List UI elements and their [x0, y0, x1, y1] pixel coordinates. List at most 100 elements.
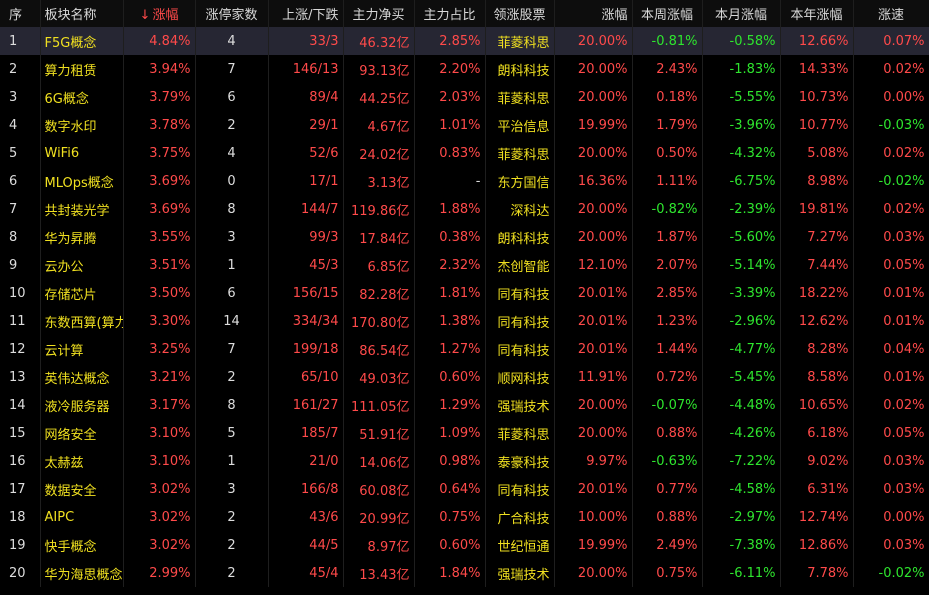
- cell-sector-name[interactable]: 网络安全: [40, 419, 124, 447]
- col-header-year-change[interactable]: 本年涨幅: [780, 0, 854, 27]
- table-row[interactable]: 20 华为海思概念 2.99% 2 45/4 13.43亿 1.84% 强瑞技术 20.00% 0…: [0, 559, 929, 587]
- table-row[interactable]: 10 存储芯片 3.50% 6 156/15 82.28亿 1.81% 同有科技 20.01% 2…: [0, 279, 929, 307]
- cell-limit-up-count: 2: [195, 503, 269, 531]
- cell-sector-name[interactable]: 共封装光学: [40, 195, 124, 223]
- cell-sector-name[interactable]: 液冷服务器: [40, 391, 124, 419]
- col-header-speed[interactable]: 涨速: [853, 0, 929, 27]
- cell-month-change: -1.83%: [702, 55, 781, 83]
- table-row[interactable]: 2 算力租赁 3.94% 7 146/13 93.13亿 2.20% 朗科科技 20.00% 2.…: [0, 55, 929, 83]
- cell-year-change: 7.78%: [780, 559, 854, 587]
- cell-speed: 0.01%: [853, 279, 929, 307]
- col-header-month-change[interactable]: 本月涨幅: [702, 0, 781, 27]
- col-header-up-down[interactable]: 上涨/下跌: [268, 0, 344, 27]
- table-body: 1 F5G概念 4.84% 4 33/3 46.32亿 2.85% 菲菱科思 20.00% -0.…: [0, 27, 929, 587]
- cell-lead-stock[interactable]: 世纪恒通: [485, 531, 555, 559]
- cell-change-pct: 3.02%: [123, 503, 196, 531]
- col-header-lead-change[interactable]: 涨幅: [554, 0, 633, 27]
- cell-lead-stock[interactable]: 菲菱科思: [485, 27, 555, 55]
- table-row[interactable]: 18 AIPC 3.02% 2 43/6 20.99亿 0.75% 广合科技 10.00% 0.8…: [0, 503, 929, 531]
- cell-week-change: 0.50%: [632, 139, 703, 167]
- table-row[interactable]: 16 太赫兹 3.10% 1 21/0 14.06亿 0.98% 泰豪科技 9.97% -0.63…: [0, 447, 929, 475]
- cell-lead-stock[interactable]: 菲菱科思: [485, 419, 555, 447]
- cell-sector-name[interactable]: 数据安全: [40, 475, 124, 503]
- cell-sector-name[interactable]: AIPC: [40, 503, 124, 531]
- cell-lead-stock[interactable]: 顺网科技: [485, 363, 555, 391]
- cell-sector-name[interactable]: 英伟达概念: [40, 363, 124, 391]
- cell-sector-name[interactable]: F5G概念: [40, 27, 124, 55]
- cell-year-change: 8.98%: [780, 167, 854, 195]
- table-row[interactable]: 1 F5G概念 4.84% 4 33/3 46.32亿 2.85% 菲菱科思 20.00% -0.…: [0, 27, 929, 55]
- table-row[interactable]: 3 6G概念 3.79% 6 89/4 44.25亿 2.03% 菲菱科思 20.00% 0.18…: [0, 83, 929, 111]
- col-header-change[interactable]: ↓ 涨幅: [123, 0, 196, 27]
- col-header-lead-stock[interactable]: 领涨股票: [485, 0, 555, 27]
- cell-sector-name[interactable]: 存储芯片: [40, 279, 124, 307]
- cell-week-change: 2.43%: [632, 55, 703, 83]
- cell-speed: 0.02%: [853, 139, 929, 167]
- table-row[interactable]: 9 云办公 3.51% 1 45/3 6.85亿 2.32% 杰创智能 12.10% 2.07% -…: [0, 251, 929, 279]
- cell-sector-name[interactable]: 太赫兹: [40, 447, 124, 475]
- col-header-index[interactable]: 序: [0, 0, 41, 27]
- table-row[interactable]: 19 快手概念 3.02% 2 44/5 8.97亿 0.60% 世纪恒通 19.99% 2.49…: [0, 531, 929, 559]
- cell-lead-stock[interactable]: 东方国信: [485, 167, 555, 195]
- cell-limit-up-count: 8: [195, 195, 269, 223]
- cell-lead-stock[interactable]: 同有科技: [485, 475, 555, 503]
- table-row[interactable]: 6 MLOps概念 3.69% 0 17/1 3.13亿 - 东方国信 16.36% 1.11% -…: [0, 167, 929, 195]
- cell-sector-name[interactable]: 云办公: [40, 251, 124, 279]
- col-header-name[interactable]: 板块名称: [40, 0, 124, 27]
- cell-lead-stock[interactable]: 强瑞技术: [485, 559, 555, 587]
- table-row[interactable]: 14 液冷服务器 3.17% 8 161/27 111.05亿 1.29% 强瑞技术 20.00…: [0, 391, 929, 419]
- cell-lead-stock[interactable]: 平治信息: [485, 111, 555, 139]
- cell-sector-name[interactable]: 华为昇腾: [40, 223, 124, 251]
- cell-month-change: -4.32%: [702, 139, 781, 167]
- cell-lead-stock-change: 20.01%: [554, 475, 633, 503]
- cell-net-buy: 119.86亿: [343, 195, 415, 223]
- cell-sector-name[interactable]: MLOps概念: [40, 167, 124, 195]
- cell-main-ratio: 1.01%: [414, 111, 486, 139]
- table-row[interactable]: 8 华为昇腾 3.55% 3 99/3 17.84亿 0.38% 朗科科技 20.00% 1.87…: [0, 223, 929, 251]
- table-row[interactable]: 13 英伟达概念 3.21% 2 65/10 49.03亿 0.60% 顺网科技 11.91% 0…: [0, 363, 929, 391]
- cell-sector-name[interactable]: 东数西算(算力): [40, 307, 124, 335]
- cell-up-down-count: 21/0: [268, 447, 344, 475]
- cell-sector-name[interactable]: 快手概念: [40, 531, 124, 559]
- cell-lead-stock-change: 19.99%: [554, 531, 633, 559]
- cell-speed: 0.03%: [853, 223, 929, 251]
- cell-lead-stock[interactable]: 菲菱科思: [485, 83, 555, 111]
- cell-lead-stock[interactable]: 泰豪科技: [485, 447, 555, 475]
- table-row[interactable]: 5 WiFi6 3.75% 4 52/6 24.02亿 0.83% 菲菱科思 20.00% 0.5…: [0, 139, 929, 167]
- col-header-main-ratio[interactable]: 主力占比: [414, 0, 486, 27]
- col-header-week-change[interactable]: 本周涨幅: [632, 0, 703, 27]
- cell-lead-stock[interactable]: 同有科技: [485, 279, 555, 307]
- table-row[interactable]: 11东数西算(算力)3.30%14334/34170.80亿1.38%同有科技2…: [0, 307, 929, 335]
- cell-sector-name[interactable]: WiFi6: [40, 139, 124, 167]
- cell-lead-stock[interactable]: 广合科技: [485, 503, 555, 531]
- cell-sector-name[interactable]: 算力租赁: [40, 55, 124, 83]
- cell-lead-stock[interactable]: 同有科技: [485, 307, 555, 335]
- cell-week-change: 0.88%: [632, 503, 703, 531]
- cell-lead-stock[interactable]: 杰创智能: [485, 251, 555, 279]
- cell-sector-name[interactable]: 数字水印: [40, 111, 124, 139]
- cell-limit-up-count: 8: [195, 391, 269, 419]
- cell-net-buy: 4.67亿: [343, 111, 415, 139]
- table-row[interactable]: 15 网络安全 3.10% 5 185/7 51.91亿 1.09% 菲菱科思 20.00% 0.…: [0, 419, 929, 447]
- cell-lead-stock[interactable]: 菲菱科思: [485, 139, 555, 167]
- cell-lead-stock-change: 20.00%: [554, 83, 633, 111]
- table-row[interactable]: 17 数据安全 3.02% 3 166/8 60.08亿 0.64% 同有科技 20.01% 0.…: [0, 475, 929, 503]
- cell-sector-name[interactable]: 华为海思概念: [40, 559, 124, 587]
- table-row[interactable]: 7 共封装光学 3.69% 8 144/7 119.86亿 1.88% 深科达 20.00% -0…: [0, 195, 929, 223]
- cell-sector-name[interactable]: 云计算: [40, 335, 124, 363]
- cell-up-down-count: 146/13: [268, 55, 344, 83]
- table-row[interactable]: 12 云计算 3.25% 7 199/18 86.54亿 1.27% 同有科技 20.01% 1.…: [0, 335, 929, 363]
- cell-lead-stock[interactable]: 强瑞技术: [485, 391, 555, 419]
- cell-week-change: -0.82%: [632, 195, 703, 223]
- cell-change-pct: 3.69%: [123, 195, 196, 223]
- sort-desc-icon: ↓: [139, 8, 151, 23]
- cell-sector-name[interactable]: 6G概念: [40, 83, 124, 111]
- table-row[interactable]: 4 数字水印 3.78% 2 29/1 4.67亿 1.01% 平治信息 19.99% 1.79%…: [0, 111, 929, 139]
- cell-lead-stock[interactable]: 朗科科技: [485, 55, 555, 83]
- cell-lead-stock[interactable]: 深科达: [485, 195, 555, 223]
- col-header-limit-count[interactable]: 涨停家数: [195, 0, 269, 27]
- cell-lead-stock[interactable]: 同有科技: [485, 335, 555, 363]
- cell-lead-stock[interactable]: 朗科科技: [485, 223, 555, 251]
- cell-row-index: 3: [0, 83, 41, 111]
- col-header-net-buy[interactable]: 主力净买: [343, 0, 415, 27]
